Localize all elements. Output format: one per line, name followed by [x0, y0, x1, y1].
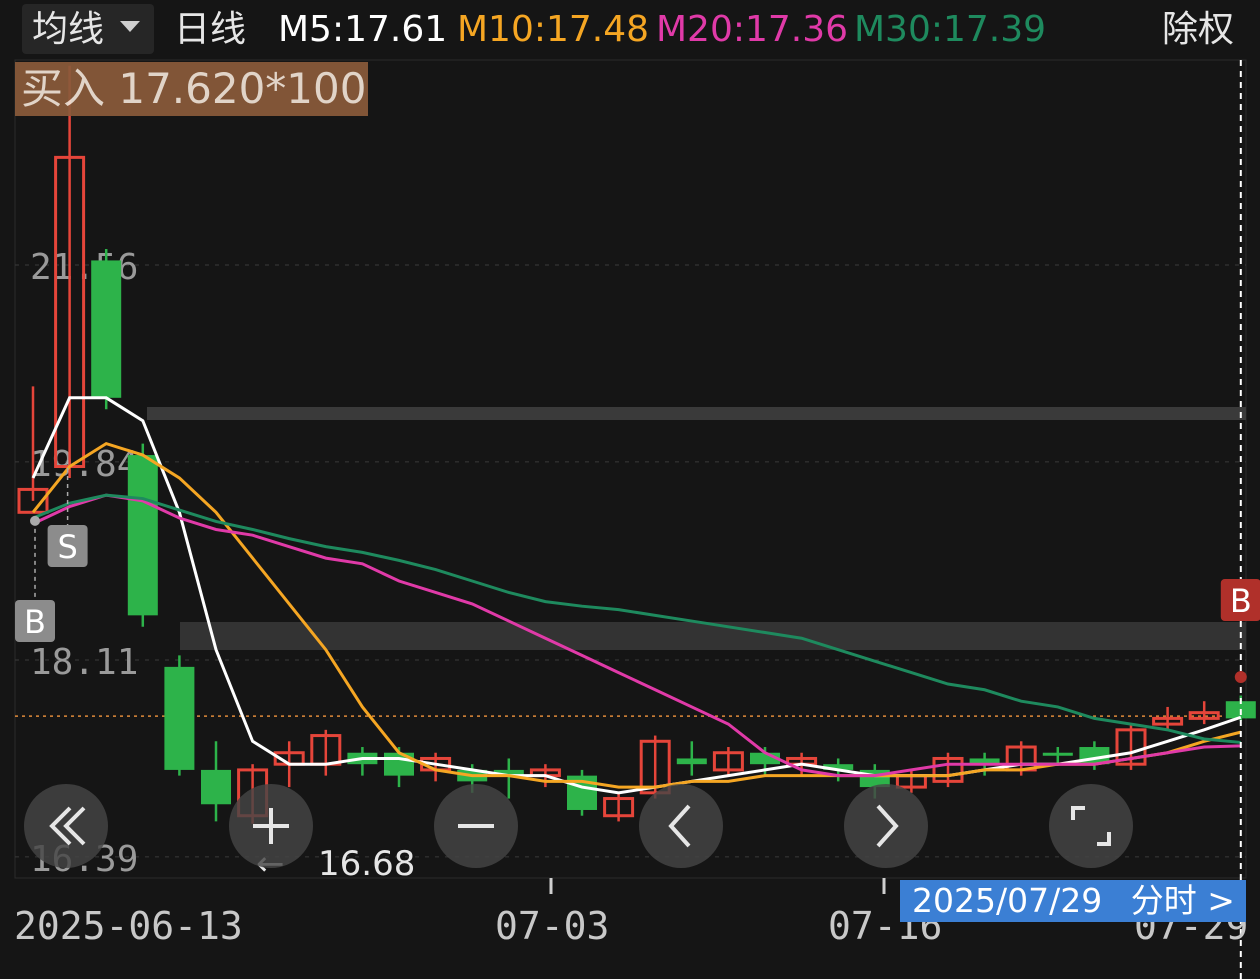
support-band [180, 622, 1246, 650]
zoom-in-icon [253, 808, 289, 844]
low-price-value: 16.68 [318, 844, 416, 884]
adjust-toggle[interactable]: 除权 [1162, 8, 1234, 52]
ma5-value: M5:17.61 [278, 9, 448, 50]
zoom-out-icon [458, 824, 494, 828]
marker-label-2: B [1230, 582, 1252, 620]
y-tick-label-2: 18.11 [30, 642, 138, 683]
ma-selector-label: 均线 [32, 9, 105, 50]
x-tick-label-1: 07-03 [495, 904, 610, 948]
next-button[interactable] [844, 784, 928, 868]
period-label[interactable]: 日线 [174, 8, 246, 52]
candle-body-2 [91, 260, 122, 398]
x-tick-label-0: 2025-06-13 [14, 904, 243, 948]
fullscreen-icon [1071, 806, 1111, 846]
buy-order-tag[interactable]: 买入 17.620*100 [15, 62, 368, 116]
marker-label-0: B [24, 603, 46, 641]
next-icon [876, 804, 899, 848]
resistance-band [147, 407, 1246, 420]
candle-body-28 [1042, 752, 1073, 756]
ma30-value: M30:17.39 [854, 9, 1047, 50]
date-tag-value: 2025/07/29 [912, 881, 1103, 920]
prev-button[interactable] [639, 784, 723, 868]
marker-dot-0 [30, 515, 40, 526]
date-tag[interactable]: 2025/07/29 分时 > [900, 880, 1246, 922]
candle-body-18 [676, 758, 707, 765]
rewind-button[interactable] [24, 784, 108, 868]
rewind-icon [49, 806, 86, 846]
ma20-value: M20:17.36 [656, 9, 849, 50]
zoom-out-button[interactable] [434, 784, 518, 868]
marker-dot-2 [1234, 671, 1247, 683]
fullscreen-button[interactable] [1049, 784, 1133, 868]
ma-selector-dropdown[interactable]: 均线 [22, 4, 154, 54]
candle-body-4 [164, 666, 195, 770]
prev-icon [668, 804, 691, 848]
marker-label-1: S [57, 528, 77, 566]
chevron-down-icon [120, 21, 140, 32]
zoom-in-button[interactable] [229, 784, 313, 868]
timeshare-link[interactable]: 分时 > [1131, 881, 1235, 920]
ma10-value: M10:17.48 [457, 9, 650, 50]
candle-body-5 [201, 769, 231, 805]
candle-body-3 [127, 455, 158, 616]
